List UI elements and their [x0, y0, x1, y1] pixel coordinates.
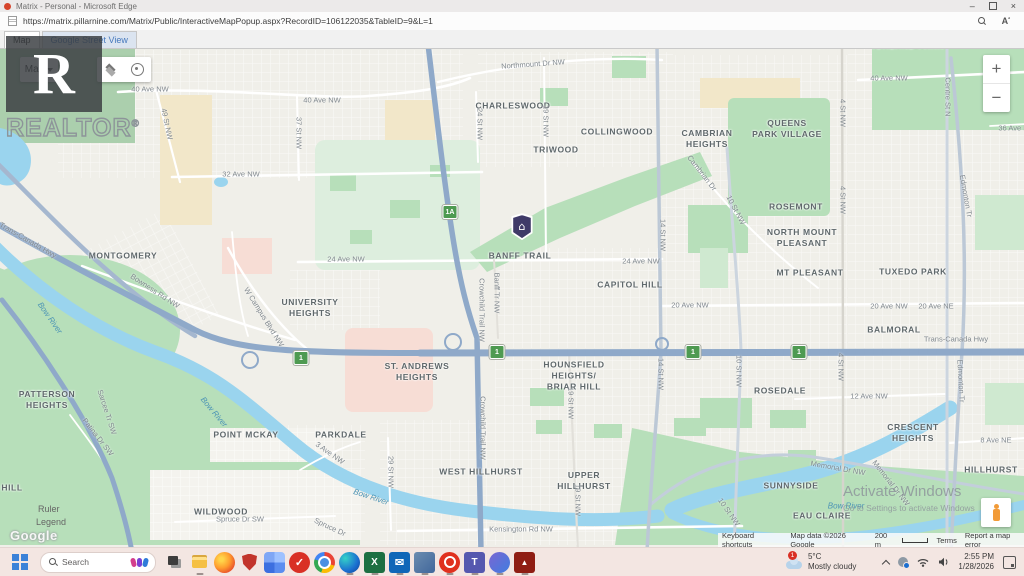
search-icon	[49, 558, 57, 566]
close-button[interactable]: ×	[1011, 2, 1016, 11]
onedrive-status-icon[interactable]	[898, 557, 908, 567]
file-explorer-icon[interactable]	[189, 552, 210, 573]
layers-button[interactable]	[97, 57, 124, 82]
map-attribution: Keyboard shortcuts Map data ©2026 Google…	[718, 533, 1024, 547]
security-icon[interactable]	[239, 552, 260, 573]
zoom-out-button[interactable]: −	[983, 84, 1010, 112]
map-type-button[interactable]: Map	[20, 57, 58, 82]
teams-icon[interactable]	[464, 552, 485, 573]
legend-tool[interactable]: Legend	[36, 517, 66, 527]
zoom-page-icon[interactable]	[978, 17, 986, 25]
verified-icon[interactable]	[289, 552, 310, 573]
weather-badge: 1	[788, 551, 797, 560]
terms-link[interactable]: Terms	[936, 536, 956, 545]
windows-logo-icon	[12, 554, 19, 561]
start-button[interactable]	[10, 552, 30, 572]
firefox-icon[interactable]	[214, 552, 235, 573]
taskbar: Search 1 5°C Mostly cloudy 2:55 PM 1/28/…	[0, 547, 1024, 576]
layers-icon	[104, 64, 117, 75]
map-type-label: Map	[25, 64, 44, 75]
cloud-icon: 1	[786, 556, 803, 569]
screen: { "window": { "title": "Matrix - Persona…	[0, 0, 1024, 575]
read-aloud-icon[interactable]: Aᵃ	[1002, 16, 1010, 26]
tab-google-street-view[interactable]: Google Street View	[42, 31, 137, 48]
taskbar-clock[interactable]: 2:55 PM 1/28/2026	[958, 552, 994, 572]
weather-widget[interactable]: 1 5°C Mostly cloudy	[786, 552, 856, 572]
clock-date: 1/28/2026	[958, 562, 994, 571]
pegman-button[interactable]	[981, 498, 1011, 527]
search-highlights-icon	[131, 558, 148, 567]
search-placeholder: Search	[62, 557, 89, 567]
weather-temp: 5°C	[808, 552, 821, 561]
address-bar[interactable]: https://matrix.pillarnine.com/Matrix/Pub…	[0, 12, 1024, 31]
acrobat-icon[interactable]	[514, 552, 535, 573]
taskbar-pinned-apps	[164, 552, 535, 573]
wifi-icon[interactable]	[917, 557, 929, 567]
my-location-button[interactable]	[124, 57, 151, 82]
matrix-favicon-icon	[4, 3, 11, 10]
weather-condition: Mostly cloudy	[808, 562, 856, 571]
office-icon[interactable]	[414, 552, 435, 573]
task-view-icon[interactable]	[164, 552, 185, 573]
restore-button[interactable]	[989, 2, 997, 10]
notification-center-icon[interactable]	[1003, 556, 1016, 569]
clock-time: 2:55 PM	[964, 552, 994, 561]
page-icon	[8, 16, 17, 26]
zoom-control: + −	[983, 55, 1010, 112]
scale-bar	[902, 538, 928, 543]
url-text[interactable]: https://matrix.pillarnine.com/Matrix/Pub…	[23, 16, 433, 26]
minimize-button[interactable]: –	[970, 2, 975, 11]
map-tools	[97, 57, 151, 82]
taskbar-search[interactable]: Search	[40, 552, 156, 573]
outlook-icon[interactable]	[389, 552, 410, 573]
adobe-icon[interactable]	[439, 552, 460, 573]
listing-marker[interactable]: ⌂	[510, 213, 534, 240]
map-canvas	[0, 48, 1024, 547]
copilot-icon[interactable]	[489, 552, 510, 573]
zoom-in-button[interactable]: +	[983, 55, 1010, 84]
tab-map-label: Map	[13, 35, 31, 45]
pegman-icon	[991, 504, 1001, 522]
ruler-tool[interactable]: Ruler	[38, 504, 60, 514]
tab-google-street-view-label: Google Street View	[51, 35, 128, 45]
chevron-down-icon	[47, 68, 53, 72]
widgets-icon[interactable]	[264, 552, 285, 573]
location-target-icon	[131, 63, 144, 76]
page-tab-bar: Map Google Street View	[0, 30, 1024, 49]
map-viewport[interactable]: HIGHLAND PARKCHARLESWOODCOLLINGWOODTRIWO…	[0, 48, 1024, 547]
edge-icon[interactable]	[339, 552, 360, 573]
google-logo[interactable]: Google	[10, 528, 58, 543]
excel-icon[interactable]	[364, 552, 385, 573]
tab-map[interactable]: Map	[4, 31, 40, 48]
window-title: Matrix - Personal - Microsoft Edge	[16, 2, 137, 11]
tray-overflow-icon[interactable]	[882, 559, 890, 567]
speaker-icon[interactable]	[938, 557, 949, 567]
browser-icon[interactable]	[314, 552, 335, 573]
weather-text: 5°C Mostly cloudy	[808, 552, 856, 572]
